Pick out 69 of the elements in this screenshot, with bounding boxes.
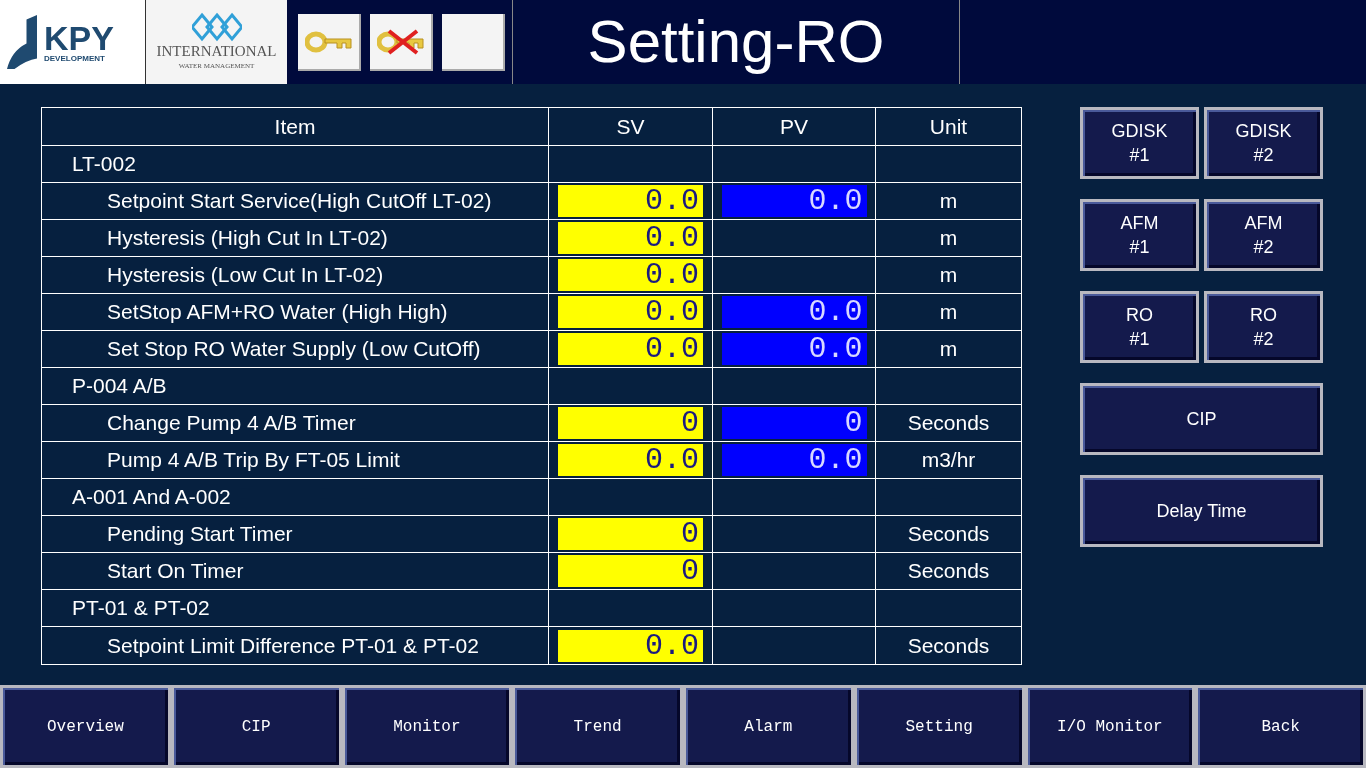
login-button[interactable] xyxy=(298,13,361,71)
nav-button[interactable]: AFM #1 xyxy=(1080,199,1199,271)
nav-button[interactable]: GDISK #1 xyxy=(1080,107,1199,179)
item-label: Change Pump 4 A/B Timer xyxy=(42,405,549,442)
group-label: LT-002 xyxy=(42,146,549,183)
setpoint-field[interactable]: 0.0 xyxy=(558,333,703,365)
chain-icon xyxy=(191,12,242,43)
nav-button[interactable]: RO #1 xyxy=(1080,291,1199,363)
nav-button[interactable]: GDISK #2 xyxy=(1204,107,1323,179)
setpoint-field[interactable]: 0.0 xyxy=(558,629,703,662)
unit-label: m3/hr xyxy=(921,447,976,474)
nav-button[interactable]: Overview xyxy=(0,685,171,768)
logo-name: KPY xyxy=(44,21,114,55)
column-header: SV xyxy=(549,108,713,146)
item-label: Hysteresis (High Cut In LT-02) xyxy=(42,220,549,257)
unit-label: m xyxy=(939,262,958,289)
setpoint-field[interactable]: 0.0 xyxy=(558,222,703,254)
item-label: SetStop AFM+RO Water (High High) xyxy=(42,294,549,331)
setpoint-field[interactable]: 0.0 xyxy=(558,444,703,476)
nav-button[interactable]: Setting xyxy=(853,685,1025,768)
unit-label: m xyxy=(939,299,958,326)
setpoint-field[interactable]: 0.0 xyxy=(558,259,703,291)
nav-button[interactable]: Alarm xyxy=(683,685,854,768)
unit-label: m xyxy=(939,188,958,215)
unit-label: Seconds xyxy=(907,410,990,437)
process-value-display: 0.0 xyxy=(721,296,867,328)
key-icon xyxy=(304,29,355,55)
key-crossed-icon xyxy=(376,29,427,55)
blank-button[interactable] xyxy=(442,13,505,71)
process-value-display: 0.0 xyxy=(721,444,867,476)
group-label: P-004 A/B xyxy=(42,368,549,405)
setpoint-field[interactable]: 0 xyxy=(558,407,703,439)
logo-subtitle: DEVELOPMENT xyxy=(44,55,105,63)
process-value-display: 0.0 xyxy=(721,333,867,365)
setpoint-field[interactable]: 0.0 xyxy=(558,185,703,217)
logo-name: INTERNATIONAL xyxy=(156,42,277,62)
column-header: Unit xyxy=(876,108,1021,146)
item-label: Pump 4 A/B Trip By FT-05 Limit xyxy=(42,442,549,479)
item-label: Setpoint Start Service(High CutOff LT-02) xyxy=(42,183,549,220)
nav-button[interactable]: CIP xyxy=(1080,383,1323,455)
unit-label: Seconds xyxy=(907,521,990,548)
item-label: Set Stop RO Water Supply (Low CutOff) xyxy=(42,331,549,368)
nav-button[interactable]: RO #2 xyxy=(1204,291,1323,363)
unit-label: Seconds xyxy=(907,558,990,585)
item-label: Hysteresis (Low Cut In LT-02) xyxy=(42,257,549,294)
process-value-display: 0 xyxy=(721,407,867,439)
group-label: A-001 And A-002 xyxy=(42,479,549,516)
nav-button[interactable]: Monitor xyxy=(341,685,513,768)
nav-button[interactable]: Delay Time xyxy=(1080,475,1323,547)
setpoint-field[interactable]: 0 xyxy=(558,555,703,587)
nav-button[interactable]: Back xyxy=(1195,685,1366,768)
group-label: PT-01 & PT-02 xyxy=(42,590,549,627)
nav-button[interactable]: AFM #2 xyxy=(1204,199,1323,271)
item-label: Start On Timer xyxy=(42,553,549,590)
setpoint-field[interactable]: 0 xyxy=(558,518,703,550)
logout-button[interactable] xyxy=(370,13,433,71)
nav-button[interactable]: I/O Monitor xyxy=(1024,685,1196,768)
screen-title: Setting-RO xyxy=(587,12,885,72)
item-label: Setpoint Limit Difference PT-01 & PT-02 xyxy=(42,627,549,664)
nav-button[interactable]: CIP xyxy=(170,685,342,768)
column-header: Item xyxy=(42,108,549,146)
unit-label: m xyxy=(939,336,958,363)
column-header: PV xyxy=(713,108,876,146)
unit-label: m xyxy=(939,225,958,252)
item-label: Pending Start Timer xyxy=(42,516,549,553)
unit-label: Seconds xyxy=(907,632,990,659)
process-value-display: 0.0 xyxy=(721,185,867,217)
setpoint-field[interactable]: 0.0 xyxy=(558,296,703,328)
nav-button[interactable]: Trend xyxy=(512,685,683,768)
